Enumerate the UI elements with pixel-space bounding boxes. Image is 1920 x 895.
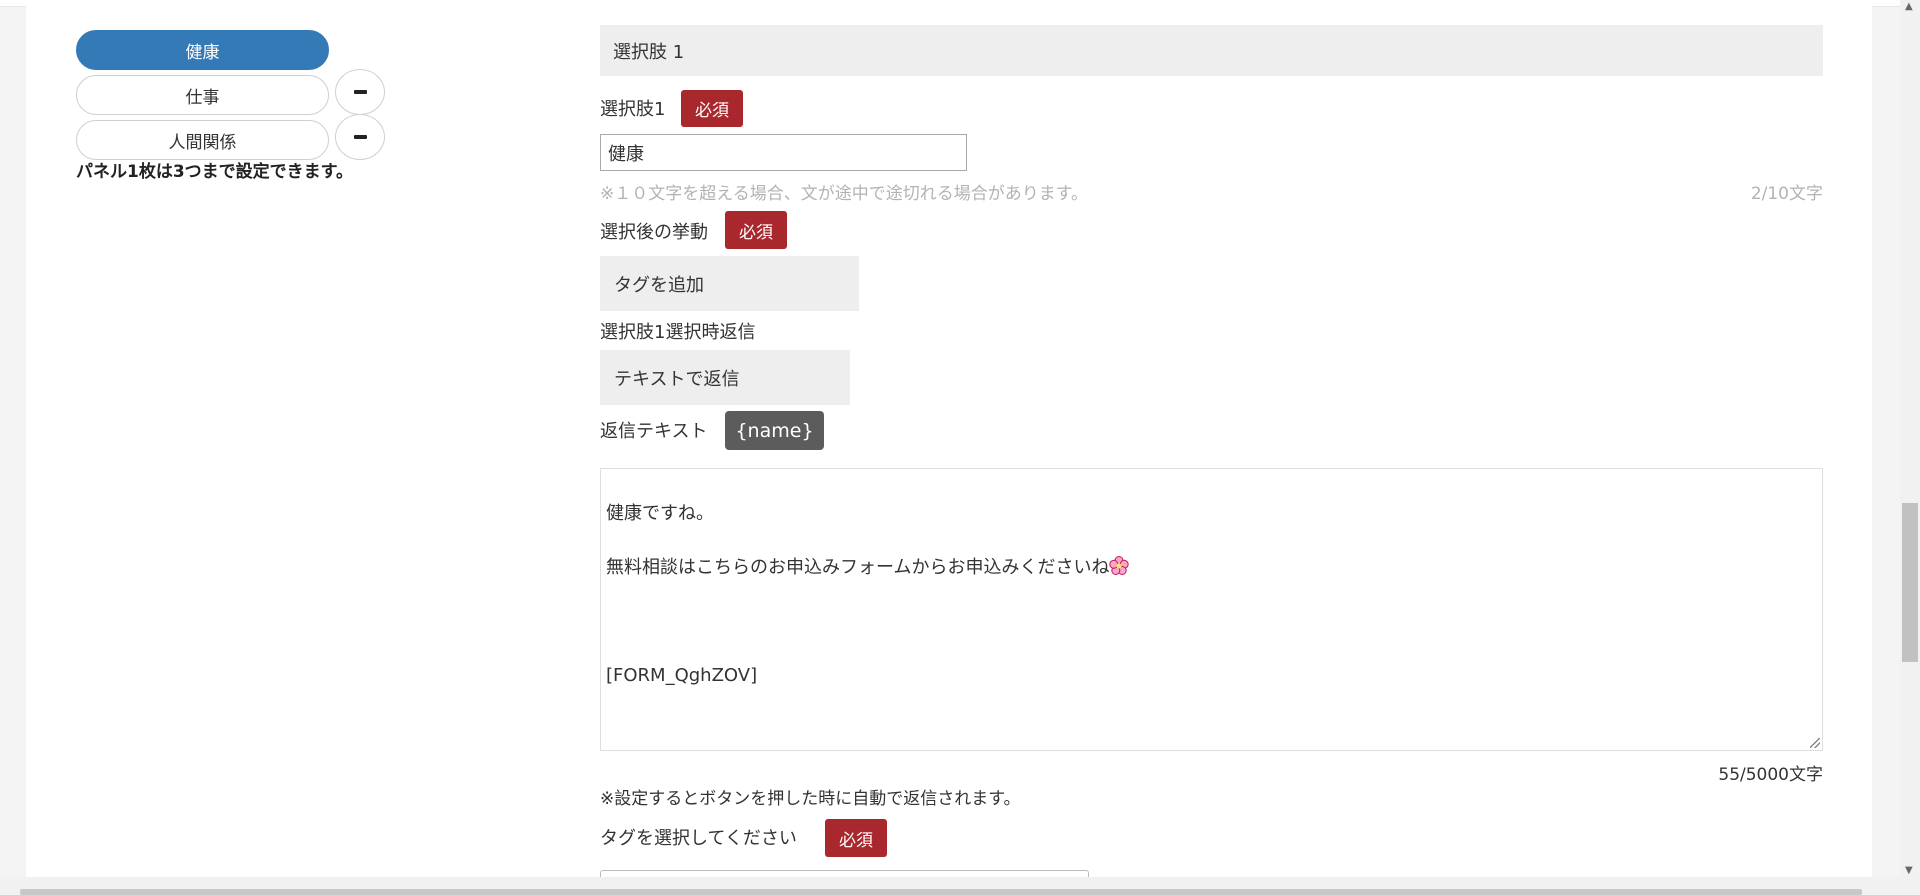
after-action-label: 選択後の挙動	[600, 222, 708, 243]
resize-handle[interactable]	[1810, 738, 1820, 748]
reply-line-2: 無料相談はこちらのお申込みフォームからお申込みくださいね	[606, 554, 1817, 581]
reply-text-label: 返信テキスト	[600, 421, 708, 442]
scroll-up-arrow-icon[interactable]: ▲	[1905, 2, 1913, 12]
reply-section-label: 選択肢1選択時返信	[600, 322, 756, 343]
add-tag-button[interactable]: タグを追加	[600, 256, 859, 311]
tag-select-label: タグを選択してください	[600, 828, 797, 849]
reply-line-1: 健康ですね。	[606, 503, 714, 524]
remove-option-relationships-button[interactable]	[335, 114, 385, 160]
remove-option-work-button[interactable]	[335, 69, 385, 115]
option-button-work[interactable]: 仕事	[76, 75, 329, 115]
reply-text-button[interactable]: テキストで返信	[600, 350, 850, 405]
minus-icon	[353, 135, 367, 139]
choice-length-hint: ※１０文字を超える場合、文が途中で途切れる場合があります。	[600, 184, 1089, 204]
scroll-down-arrow-icon[interactable]: ▼	[1905, 866, 1913, 876]
reply-line-4: [FORM_QghZOV]	[606, 665, 758, 686]
choice-label: 選択肢1	[600, 99, 666, 120]
reply-line-3	[606, 608, 1817, 635]
choice-section-header: 選択肢 1	[600, 25, 1823, 76]
insert-name-button[interactable]: {name}	[725, 411, 824, 450]
reply-auto-note: ※設定するとボタンを押した時に自動で返信されます。	[600, 789, 1021, 809]
cherry-blossom-icon	[1109, 556, 1130, 575]
panel-limit-note: パネル1枚は3つまで設定できます。	[76, 162, 353, 182]
required-badge: 必須	[725, 211, 787, 249]
option-button-relationships[interactable]: 人間関係	[76, 120, 329, 160]
page-content: 健康 仕事 人間関係 パネル1枚は3つまで設定できます。 選択肢 1 選択肢1 …	[26, 6, 1872, 888]
horizontal-scroll-thumb[interactable]	[20, 889, 1862, 895]
reply-textarea[interactable]: 健康ですね。 無料相談はこちらのお申込みフォームからお申込みくださいね [FOR…	[600, 468, 1823, 751]
vertical-scroll-thumb[interactable]	[1902, 503, 1918, 662]
required-badge: 必須	[825, 819, 887, 857]
minus-icon	[353, 90, 367, 94]
choice-char-counter: 2/10文字	[1750, 184, 1823, 204]
choice-text-input[interactable]: 健康	[600, 134, 967, 171]
vertical-scrollbar[interactable]	[1900, 0, 1920, 877]
option-button-health[interactable]: 健康	[76, 30, 329, 70]
reply-char-counter: 55/5000文字	[1718, 765, 1823, 785]
required-badge: 必須	[681, 90, 743, 127]
